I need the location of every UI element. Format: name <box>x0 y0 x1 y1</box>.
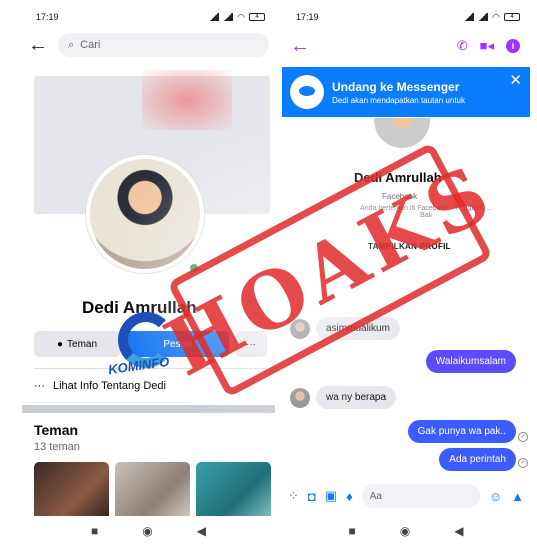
status-bar: 17:19 ◠ 4 <box>296 10 520 24</box>
search-input[interactable]: ⌕ Cari <box>58 33 269 57</box>
battery-icon: 4 <box>249 13 265 21</box>
message-bubble[interactable]: Ada perintah <box>439 448 516 471</box>
camera-icon[interactable]: ◘ <box>308 489 316 504</box>
back-arrow-icon[interactable]: ← <box>290 35 310 58</box>
status-icons: ◠ 4 <box>209 12 265 23</box>
chat-actions: ✆ ■◂ i <box>457 38 520 54</box>
status-time: 17:19 <box>36 12 59 22</box>
search-icon: ⌕ <box>68 38 75 51</box>
signal-icon <box>209 13 220 21</box>
apps-grid-icon[interactable]: ⁘ <box>288 488 299 504</box>
screenshot-stage: 17:19 ◠ 4 ← ⌕ Cari Dedi Amrullah ● Teman <box>0 0 537 546</box>
kominfo-logo-text: KOMINFO <box>107 353 171 378</box>
invite-text: Undang ke Messenger Dedi akan mendapatka… <box>332 80 465 105</box>
message-row-incoming: wa ny berapa <box>290 386 397 409</box>
message-input-placeholder: Aa <box>369 490 382 502</box>
chat-header: ← ✆ ■◂ i <box>290 32 520 60</box>
friend-button-label: Teman <box>67 338 98 350</box>
sender-avatar <box>290 387 310 408</box>
battery-icon: 4 <box>504 13 520 21</box>
message-bubble[interactable]: Walaikumsalam <box>425 350 516 373</box>
message-bubble[interactable]: wa ny berapa <box>316 386 397 409</box>
video-call-icon[interactable]: ■◂ <box>480 38 494 54</box>
phone-call-icon[interactable]: ✆ <box>457 38 468 54</box>
search-header: ← ⌕ Cari <box>28 32 269 58</box>
search-placeholder: Cari <box>80 39 101 51</box>
invite-banner[interactable]: Undang ke Messenger Dedi akan mendapatka… <box>282 67 530 117</box>
status-time: 17:19 <box>296 12 319 22</box>
android-nav-bar: ■ ◉ ◀ <box>282 516 530 546</box>
close-icon[interactable]: ✕ <box>509 71 522 89</box>
seen-indicator-icon: ✓ <box>518 458 528 468</box>
chat-profile-avatar <box>374 118 430 148</box>
message-composer: ⁘ ◘ ▣ ♦ Aa ☺ ▲ <box>288 482 524 510</box>
friend-thumbnail[interactable] <box>34 462 109 522</box>
section-separator <box>22 405 275 413</box>
back-arrow-icon[interactable]: ← <box>28 34 48 57</box>
blurred-redaction <box>142 70 232 130</box>
microphone-icon[interactable]: ♦ <box>346 489 353 504</box>
back-icon[interactable]: ◀ <box>197 524 206 538</box>
emoji-icon[interactable]: ☺ <box>489 489 502 504</box>
message-bubble[interactable]: Gak punya wa pak.. <box>407 420 516 443</box>
friend-thumbnails <box>34 462 271 522</box>
home-icon[interactable]: ◉ <box>142 524 152 538</box>
ellipsis-icon: ··· <box>34 380 45 392</box>
friend-thumbnail[interactable] <box>196 462 271 522</box>
info-icon[interactable]: i <box>506 39 520 53</box>
profile-avatar[interactable] <box>86 155 204 273</box>
invite-title: Undang ke Messenger <box>332 79 460 94</box>
kominfo-logo: KOMINFO <box>107 312 228 382</box>
signal-icon-2 <box>478 13 489 21</box>
gallery-icon[interactable]: ▣ <box>325 488 337 504</box>
friend-thumbnail[interactable] <box>115 462 190 522</box>
friends-count: 13 teman <box>34 441 80 453</box>
wifi-icon: ◠ <box>492 11 500 22</box>
status-bar: 17:19 ◠ 4 <box>36 10 265 24</box>
recents-icon[interactable]: ■ <box>91 524 98 538</box>
back-icon[interactable]: ◀ <box>454 524 463 538</box>
signal-icon-2 <box>223 13 234 21</box>
invite-subtitle: Dedi akan mendapatkan tautan untuk <box>332 95 465 105</box>
seen-indicator-icon: ✓ <box>518 432 528 442</box>
status-icons: ◠ 4 <box>464 12 520 23</box>
message-input[interactable]: Aa <box>361 484 480 508</box>
signal-icon <box>464 13 475 21</box>
invite-mascot-icon <box>290 75 324 109</box>
person-icon: ● <box>56 338 64 350</box>
android-nav-bar: ■ ◉ ◀ <box>22 516 275 546</box>
recents-icon[interactable]: ■ <box>349 524 356 538</box>
home-icon[interactable]: ◉ <box>400 524 410 538</box>
friends-section-title: Teman <box>34 422 79 438</box>
like-icon[interactable]: ▲ <box>511 489 524 504</box>
wifi-icon: ◠ <box>237 11 245 22</box>
